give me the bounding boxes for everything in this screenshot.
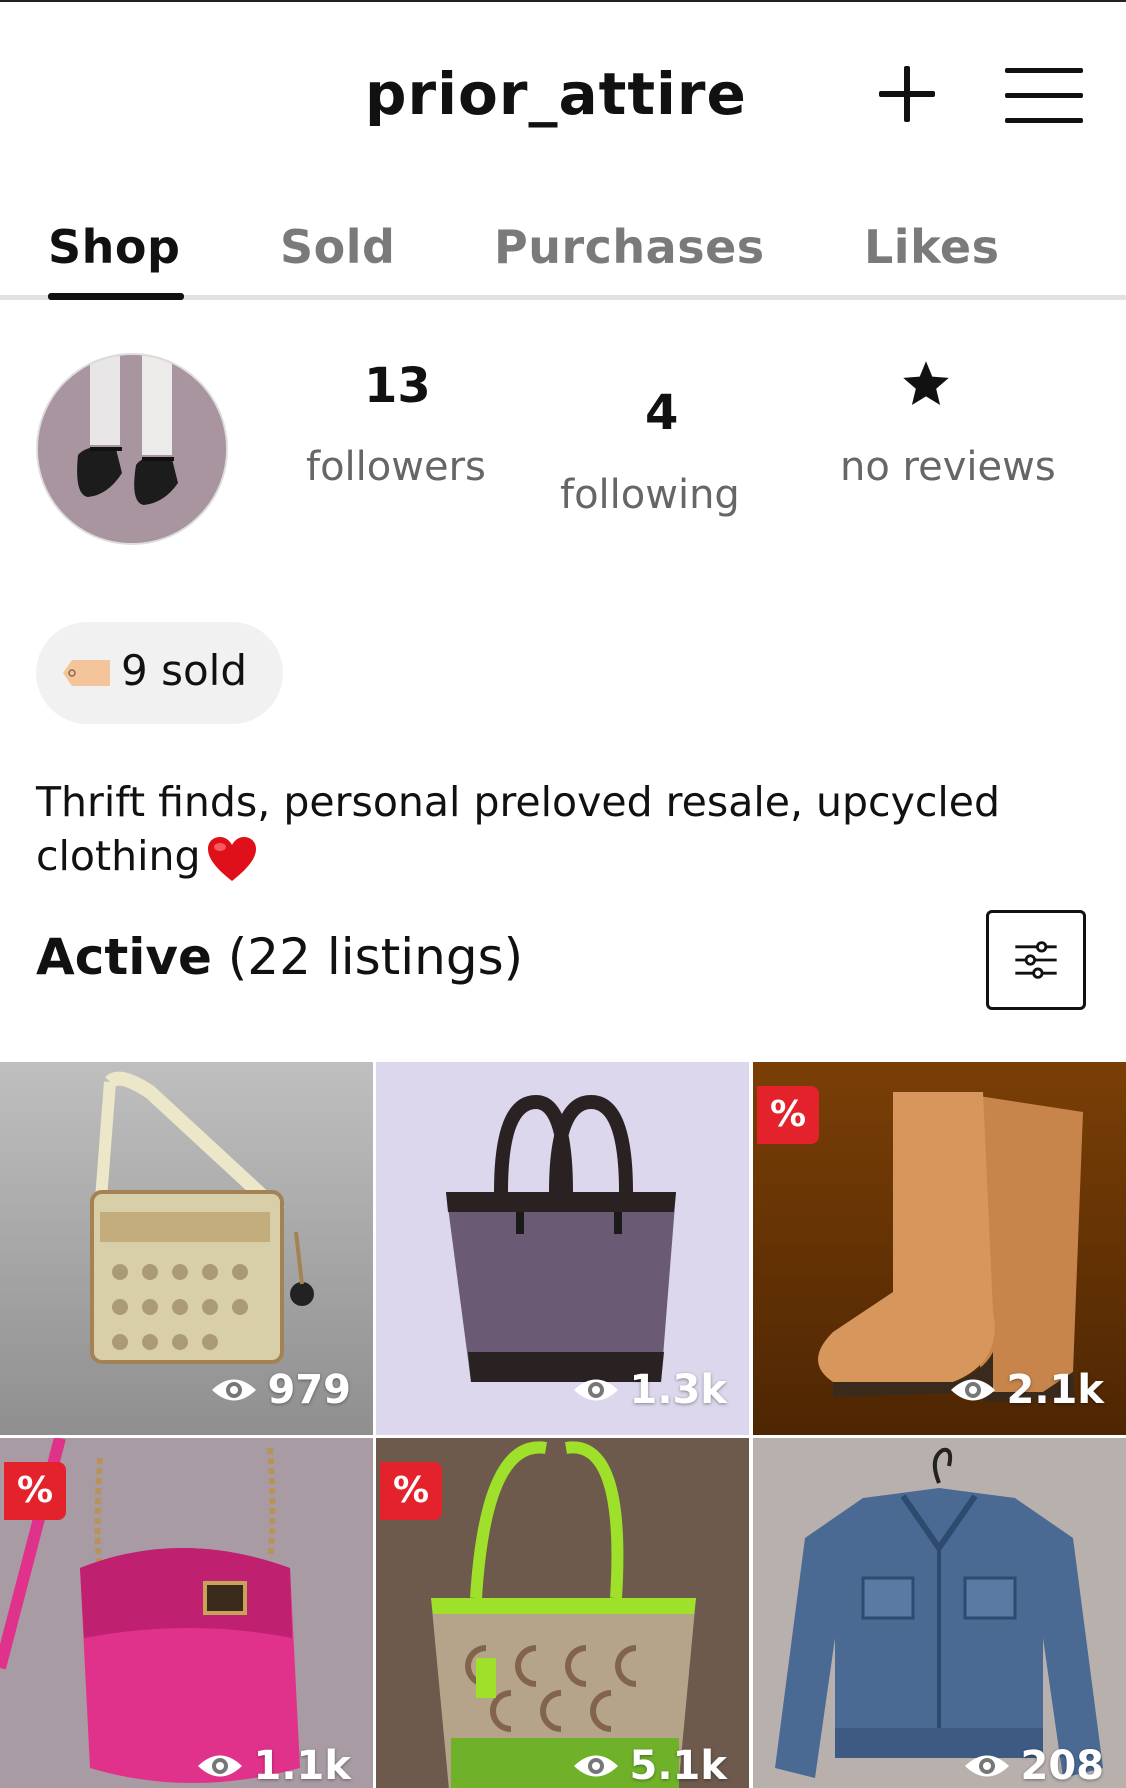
following-count: 4 <box>645 385 679 441</box>
view-count: 2.1k <box>949 1367 1104 1413</box>
view-count: 208 <box>963 1743 1105 1788</box>
price-tag-icon <box>63 660 110 686</box>
reviews-label: no reviews <box>840 444 1056 490</box>
bio-text: Thrift finds, personal preloved resale, … <box>36 778 1001 880</box>
listing-photo <box>753 1438 1126 1788</box>
discount-badge: % <box>380 1462 442 1520</box>
hamburger-menu-icon[interactable] <box>1005 66 1083 126</box>
heart-icon <box>208 837 257 881</box>
view-count: 979 <box>210 1367 352 1413</box>
avatar-image <box>38 355 226 543</box>
eye-icon <box>573 1755 618 1777</box>
listing-tile[interactable]: % 1.1k <box>0 1438 373 1788</box>
view-count: 5.1k <box>572 1743 727 1788</box>
sold-count-label: 9 sold <box>121 646 247 695</box>
listing-tile[interactable]: 979 <box>0 1062 373 1435</box>
listing-tile[interactable]: % 5.1k <box>376 1438 749 1788</box>
eye-icon <box>211 1379 256 1401</box>
star-icon <box>903 361 949 406</box>
sliders-icon <box>1015 941 1057 979</box>
tab-shop[interactable]: Shop <box>48 220 180 274</box>
listing-tile[interactable]: % 2.1k <box>753 1062 1126 1435</box>
view-count-label: 5.1k <box>629 1743 727 1788</box>
profile-bio: Thrift finds, personal preloved resale, … <box>36 775 1036 883</box>
sold-count-badge[interactable]: 9 sold <box>36 622 283 724</box>
profile-tabs: Shop Sold Purchases Likes <box>0 210 1126 300</box>
tab-sold[interactable]: Sold <box>280 220 395 274</box>
discount-badge: % <box>757 1086 819 1144</box>
following-label: following <box>560 472 740 518</box>
tab-likes[interactable]: Likes <box>864 220 1000 274</box>
eye-icon <box>197 1755 242 1777</box>
active-listings-heading: Active (22 listings) <box>36 928 523 986</box>
username-title: prior_attire <box>365 60 747 128</box>
filter-button[interactable] <box>986 910 1086 1010</box>
view-count-label: 2.1k <box>1006 1367 1104 1413</box>
listings-grid: 979 1.3k % 2.1k % 1.1k % 5.1k 208 <box>0 1062 1126 1788</box>
tab-purchases[interactable]: Purchases <box>494 220 765 274</box>
followers-count: 13 <box>364 358 431 414</box>
listings-count: (22 listings) <box>227 928 524 986</box>
eye-icon <box>964 1755 1009 1777</box>
avatar[interactable] <box>36 353 228 545</box>
profile-header: prior_attire <box>0 0 1126 190</box>
view-count: 1.3k <box>572 1367 727 1413</box>
view-count-label: 208 <box>1020 1743 1105 1788</box>
view-count-label: 1.3k <box>629 1367 727 1413</box>
active-title: Active <box>36 928 212 986</box>
eye-icon <box>950 1379 995 1401</box>
add-listing-button[interactable] <box>875 62 939 126</box>
listing-tile[interactable]: 1.3k <box>376 1062 749 1435</box>
eye-icon <box>573 1379 618 1401</box>
view-count: 1.1k <box>196 1743 351 1788</box>
followers-label: followers <box>306 444 486 490</box>
view-count-label: 1.1k <box>253 1743 351 1788</box>
view-count-label: 979 <box>267 1367 352 1413</box>
discount-badge: % <box>4 1462 66 1520</box>
listing-tile[interactable]: 208 <box>753 1438 1126 1788</box>
active-tab-indicator <box>48 293 184 300</box>
